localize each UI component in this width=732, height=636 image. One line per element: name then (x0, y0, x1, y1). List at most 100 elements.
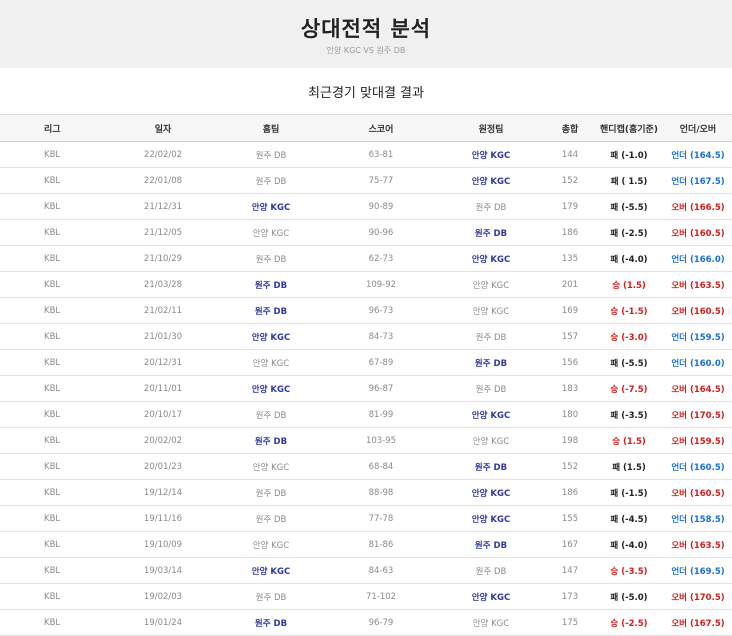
score-cell: 103-95 (326, 427, 436, 454)
handicap-cell: 패 (-4.5) (594, 505, 664, 532)
total-cell: 169 (546, 297, 594, 324)
score-cell: 90-89 (326, 193, 436, 220)
league-cell: KBL (0, 427, 110, 454)
table-row: KBL 21/12/05 안양 KGC 90-96 원주 DB 186 패 (-2.5) 오버… (0, 219, 732, 246)
total-cell: 180 (546, 401, 594, 428)
home-team-cell: 안양 KGC (216, 453, 326, 480)
under-over-cell: 오버 (163.5) (664, 531, 732, 558)
under-over-cell: 오버 (170.5) (664, 401, 732, 428)
score-cell: 96-73 (326, 297, 436, 324)
handicap-cell: 패 (-1.0) (594, 141, 664, 168)
date-cell: 20/11/01 (110, 375, 216, 402)
date-cell: 21/12/05 (110, 219, 216, 246)
table-body: KBL 22/02/02 원주 DB 63-81 안양 KGC 144 패 (-1.0) 언더… (0, 141, 732, 636)
away-team-cell: 원주 DB (436, 453, 546, 480)
date-cell: 22/02/02 (110, 141, 216, 168)
handicap-cell: 승 (1.5) (594, 271, 664, 298)
column-home-team: 홈팀 (216, 115, 326, 142)
table-row: KBL 21/02/11 원주 DB 96-73 안양 KGC 169 승 (-1.5) 오버… (0, 297, 732, 324)
section-title: 최근경기 맞대결 결과 (0, 68, 732, 115)
away-team-cell: 안양 KGC (436, 479, 546, 506)
under-over-cell: 오버 (160.5) (664, 219, 732, 246)
column-score: 스코어 (326, 115, 436, 142)
score-cell: 62-73 (326, 245, 436, 272)
under-over-cell: 언더 (160.5) (664, 453, 732, 480)
handicap-cell: 승 (-7.5) (594, 375, 664, 402)
date-cell: 21/10/29 (110, 245, 216, 272)
table-row: KBL 21/01/30 안양 KGC 84-73 원주 DB 157 승 (-3.0) 언더… (0, 323, 732, 350)
away-team-cell: 안양 KGC (436, 505, 546, 532)
home-team-cell: 안양 KGC (216, 349, 326, 376)
under-over-cell: 오버 (159.5) (664, 427, 732, 454)
league-cell: KBL (0, 141, 110, 168)
handicap-cell: 패 (-5.0) (594, 583, 664, 610)
league-cell: KBL (0, 375, 110, 402)
score-cell: 81-86 (326, 531, 436, 558)
league-cell: KBL (0, 323, 110, 350)
home-team-cell: 원주 DB (216, 479, 326, 506)
handicap-cell: 패 (-4.0) (594, 531, 664, 558)
date-cell: 20/12/31 (110, 349, 216, 376)
score-cell: 109-92 (326, 271, 436, 298)
date-cell: 20/01/23 (110, 453, 216, 480)
total-cell: 144 (546, 141, 594, 168)
handicap-cell: 승 (-3.0) (594, 323, 664, 350)
table-row: KBL 20/02/02 원주 DB 103-95 안양 KGC 198 승 (1.5) 오버… (0, 427, 732, 454)
total-cell: 201 (546, 271, 594, 298)
score-cell: 88-98 (326, 479, 436, 506)
league-cell: KBL (0, 271, 110, 298)
handicap-cell: 패 ( 1.5) (594, 167, 664, 194)
date-cell: 19/12/14 (110, 479, 216, 506)
away-team-cell: 원주 DB (436, 557, 546, 584)
home-team-cell: 원주 DB (216, 401, 326, 428)
league-cell: KBL (0, 219, 110, 246)
table-row: KBL 19/11/16 원주 DB 77-78 안양 KGC 155 패 (-4.5) 언더… (0, 505, 732, 532)
total-cell: 186 (546, 219, 594, 246)
away-team-cell: 안양 KGC (436, 427, 546, 454)
handicap-cell: 패 (-1.5) (594, 479, 664, 506)
home-team-cell: 안양 KGC (216, 531, 326, 558)
under-over-cell: 오버 (160.5) (664, 479, 732, 506)
home-team-cell: 안양 KGC (216, 219, 326, 246)
away-team-cell: 안양 KGC (436, 297, 546, 324)
league-cell: KBL (0, 453, 110, 480)
home-team-cell: 안양 KGC (216, 193, 326, 220)
under-over-cell: 언더 (160.0) (664, 349, 732, 376)
matchup-subtitle: 안양 KGC VS 원주 DB (326, 45, 406, 55)
away-team-cell: 원주 DB (436, 219, 546, 246)
date-cell: 22/01/08 (110, 167, 216, 194)
page-title: 상대전적 분석 (300, 16, 432, 41)
league-cell: KBL (0, 193, 110, 220)
under-over-cell: 언더 (164.5) (664, 141, 732, 168)
league-cell: KBL (0, 349, 110, 376)
table-row: KBL 19/03/14 안양 KGC 84-63 원주 DB 147 승 (-3.5) 언더… (0, 557, 732, 584)
total-cell: 198 (546, 427, 594, 454)
table-header-row: 리그 일자 홈팀 스코어 원정팀 총합 핸디캡(홈기준) 언더/오버 (0, 115, 732, 142)
head-to-head-table: 리그 일자 홈팀 스코어 원정팀 총합 핸디캡(홈기준) 언더/오버 KBL 22/02/02 원… (0, 115, 732, 636)
league-cell: KBL (0, 245, 110, 272)
date-cell: 21/12/31 (110, 193, 216, 220)
home-team-cell: 안양 KGC (216, 375, 326, 402)
table-row: KBL 21/10/29 원주 DB 62-73 안양 KGC 135 패 (-4.0) 언더… (0, 245, 732, 272)
table-row: KBL 22/02/02 원주 DB 63-81 안양 KGC 144 패 (-1.0) 언더… (0, 141, 732, 168)
home-team-cell: 원주 DB (216, 167, 326, 194)
score-cell: 77-78 (326, 505, 436, 532)
total-cell: 152 (546, 453, 594, 480)
league-cell: KBL (0, 531, 110, 558)
score-cell: 84-73 (326, 323, 436, 350)
table-row: KBL 19/12/14 원주 DB 88-98 안양 KGC 186 패 (-1.5) 오버… (0, 479, 732, 506)
score-cell: 68-84 (326, 453, 436, 480)
total-cell: 156 (546, 349, 594, 376)
total-cell: 167 (546, 531, 594, 558)
date-cell: 19/03/14 (110, 557, 216, 584)
under-over-cell: 언더 (167.5) (664, 167, 732, 194)
under-over-cell: 언더 (158.5) (664, 505, 732, 532)
column-away-team: 원정팀 (436, 115, 546, 142)
handicap-cell: 승 (-1.5) (594, 297, 664, 324)
league-cell: KBL (0, 505, 110, 532)
total-cell: 173 (546, 583, 594, 610)
date-cell: 21/01/30 (110, 323, 216, 350)
table-row: KBL 21/03/28 원주 DB 109-92 안양 KGC 201 승 (1.5) 오버… (0, 271, 732, 298)
under-over-cell: 오버 (166.5) (664, 193, 732, 220)
under-over-cell: 오버 (164.5) (664, 375, 732, 402)
